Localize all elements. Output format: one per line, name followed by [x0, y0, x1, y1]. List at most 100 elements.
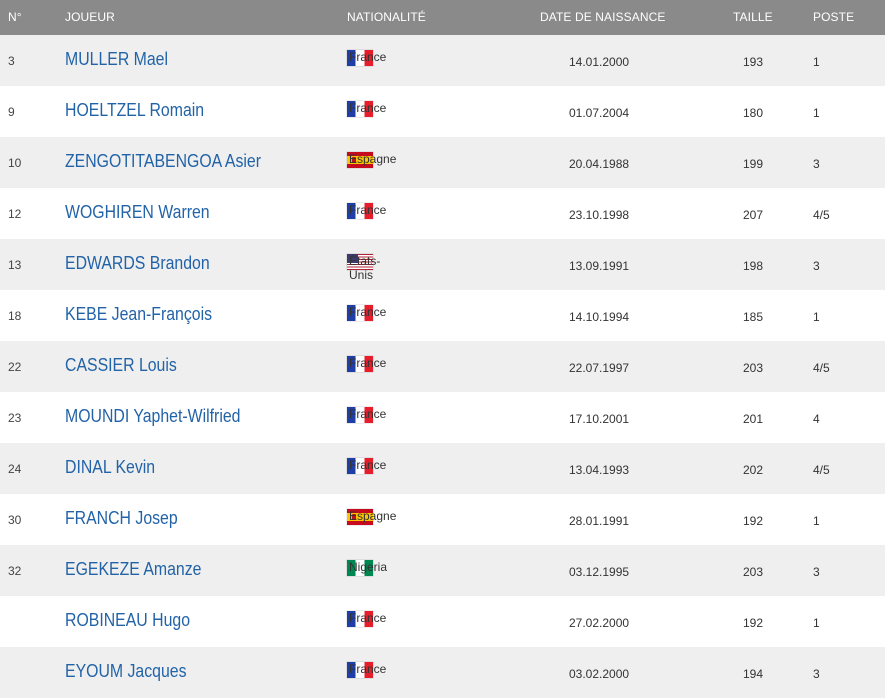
- nationality-label: France: [349, 101, 387, 115]
- table-row: 24 DINAL Kevin France 13.04.1993 202 4/5: [0, 443, 885, 494]
- player-nationality: France: [347, 660, 386, 680]
- header-nationality: NATIONALITÉ: [347, 10, 426, 24]
- player-nationality: France: [347, 354, 386, 374]
- table-row: 23 MOUNDI Yaphet-Wilfried France 17.10.2001…: [0, 392, 885, 443]
- nationality-label: Espagne: [349, 152, 397, 166]
- player-height: 193: [743, 55, 764, 69]
- player-position: 3: [813, 259, 820, 273]
- player-position: 3: [813, 667, 820, 681]
- player-birthdate: 22.07.1997: [569, 361, 630, 375]
- player-name-link[interactable]: MOUNDI Yaphet-Wilfried: [65, 406, 240, 427]
- player-position: 1: [813, 514, 820, 528]
- player-height: 203: [743, 565, 764, 579]
- player-nationality: États-Unis: [347, 252, 380, 282]
- player-nationality: France: [347, 456, 386, 476]
- table-row: EYOUM Jacques France 03.02.2000 194 3: [0, 647, 885, 698]
- player-position: 4/5: [813, 463, 830, 477]
- player-height: 199: [743, 157, 764, 171]
- player-height: 192: [743, 514, 764, 528]
- player-height: 203: [743, 361, 764, 375]
- player-nationality: France: [347, 609, 386, 629]
- player-position: 4/5: [813, 208, 830, 222]
- header-birthdate: DATE DE NAISSANCE: [540, 10, 666, 24]
- player-number: 23: [8, 411, 22, 425]
- player-number: 10: [8, 156, 22, 170]
- nationality-label: France: [349, 50, 387, 64]
- player-birthdate: 13.09.1991: [569, 259, 630, 273]
- table-body: 3 MULLER Mael France 14.01.2000 193 1 9 HOELTZE…: [0, 35, 885, 698]
- player-nationality: Espagne: [347, 150, 396, 170]
- player-birthdate: 20.04.1988: [569, 157, 630, 171]
- table-row: 32 EGEKEZE Amanze Nigeria 03.12.1995 203 3: [0, 545, 885, 596]
- player-name-link[interactable]: KEBE Jean-François: [65, 304, 212, 325]
- table-row: ROBINEAU Hugo France 27.02.2000 192 1: [0, 596, 885, 647]
- player-nationality: Espagne: [347, 507, 396, 527]
- player-position: 1: [813, 616, 820, 630]
- player-height: 185: [743, 310, 764, 324]
- header-player: JOUEUR: [65, 10, 115, 24]
- table-row: 10 ZENGOTITABENGOA Asier Espagne 20.04.1988…: [0, 137, 885, 188]
- player-name-link[interactable]: CASSIER Louis: [65, 355, 177, 376]
- table-row: 18 KEBE Jean-François France 14.10.1994 185 1: [0, 290, 885, 341]
- player-birthdate: 28.01.1991: [569, 514, 630, 528]
- player-position: 1: [813, 55, 820, 69]
- player-nationality: Nigeria: [347, 558, 387, 578]
- player-height: 198: [743, 259, 764, 273]
- player-position: 4: [813, 412, 820, 426]
- header-height: TAILLE: [733, 10, 773, 24]
- player-position: 1: [813, 310, 820, 324]
- nationality-label: France: [349, 662, 387, 676]
- player-position: 1: [813, 106, 820, 120]
- table-row: 13 EDWARDS Brandon États-Unis 13.09.1991 198…: [0, 239, 885, 290]
- player-name-link[interactable]: DINAL Kevin: [65, 457, 155, 478]
- player-name-link[interactable]: HOELTZEL Romain: [65, 100, 204, 121]
- table-row: 3 MULLER Mael France 14.01.2000 193 1: [0, 35, 885, 86]
- nationality-label: France: [349, 305, 387, 319]
- player-position: 3: [813, 565, 820, 579]
- player-number: 13: [8, 258, 22, 272]
- player-number: 32: [8, 564, 22, 578]
- player-birthdate: 01.07.2004: [569, 106, 630, 120]
- player-birthdate: 27.02.2000: [569, 616, 630, 630]
- player-name-link[interactable]: ZENGOTITABENGOA Asier: [65, 151, 261, 172]
- player-birthdate: 03.02.2000: [569, 667, 630, 681]
- nationality-label: France: [349, 407, 387, 421]
- nationality-label: France: [349, 356, 387, 370]
- player-number: 30: [8, 513, 22, 527]
- player-number: 3: [8, 54, 15, 68]
- player-height: 207: [743, 208, 764, 222]
- player-birthdate: 23.10.1998: [569, 208, 630, 222]
- player-height: 194: [743, 667, 764, 681]
- player-number: 24: [8, 462, 22, 476]
- player-nationality: France: [347, 99, 386, 119]
- player-number: 12: [8, 207, 22, 221]
- table-row: 12 WOGHIREN Warren France 23.10.1998 207 4/5: [0, 188, 885, 239]
- player-name-link[interactable]: FRANCH Josep: [65, 508, 178, 529]
- nationality-label: Espagne: [349, 509, 397, 523]
- player-name-link[interactable]: WOGHIREN Warren: [65, 202, 210, 223]
- player-name-link[interactable]: MULLER Mael: [65, 49, 168, 70]
- nationality-label: Nigeria: [349, 560, 388, 574]
- player-position: 4/5: [813, 361, 830, 375]
- nationality-label: France: [349, 203, 387, 217]
- player-birthdate: 14.01.2000: [569, 55, 630, 69]
- player-number: 9: [8, 105, 15, 119]
- table-row: 30 FRANCH Josep Espagne 28.01.1991 192 1: [0, 494, 885, 545]
- table-row: 22 CASSIER Louis France 22.07.1997 203 4/5: [0, 341, 885, 392]
- player-height: 192: [743, 616, 764, 630]
- player-nationality: France: [347, 201, 386, 221]
- player-birthdate: 13.04.1993: [569, 463, 630, 477]
- player-birthdate: 03.12.1995: [569, 565, 630, 579]
- player-nationality: France: [347, 303, 386, 323]
- player-position: 3: [813, 157, 820, 171]
- player-name-link[interactable]: ROBINEAU Hugo: [65, 610, 190, 631]
- header-num: N°: [8, 10, 22, 24]
- player-nationality: France: [347, 405, 386, 425]
- player-name-link[interactable]: EYOUM Jacques: [65, 661, 186, 682]
- player-name-link[interactable]: EGEKEZE Amanze: [65, 559, 201, 580]
- player-nationality: France: [347, 48, 386, 68]
- nationality-label: France: [349, 458, 387, 472]
- player-height: 201: [743, 412, 764, 426]
- player-name-link[interactable]: EDWARDS Brandon: [65, 253, 210, 274]
- player-number: 22: [8, 360, 22, 374]
